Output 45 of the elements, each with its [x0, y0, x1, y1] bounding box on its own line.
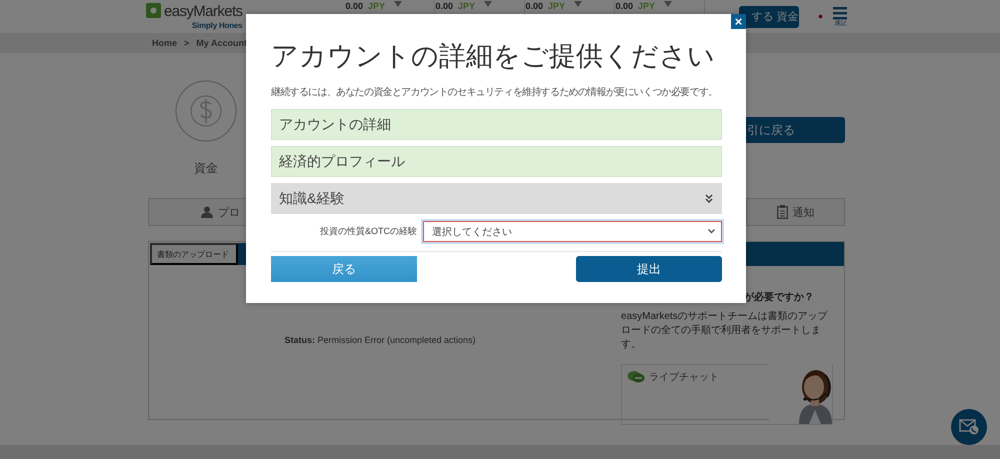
caret-icon[interactable] [484, 1, 492, 7]
menu-icon[interactable] [833, 6, 848, 20]
ticker-currency: JPY [368, 1, 385, 11]
submit-button[interactable]: 提出 [576, 256, 722, 282]
live-chat-card[interactable]: ライブチャット [621, 364, 833, 425]
status-text: Status: Permission Error (uncompleted actions) [283, 335, 477, 345]
chat-icon [627, 370, 645, 384]
contact-button[interactable] [951, 409, 987, 445]
flag-icon[interactable] [816, 13, 826, 20]
back-button[interactable]: 戻る [271, 256, 417, 282]
experience-select[interactable]: 選択してください [423, 221, 722, 242]
ticker-currency: JPY [458, 1, 475, 11]
clipboard-icon [776, 205, 788, 219]
notifications-tab[interactable]: 通知 [746, 198, 845, 226]
chevron-down-icon [708, 229, 715, 234]
caret-icon[interactable] [394, 1, 402, 7]
ticker-currency: JPY [638, 1, 655, 11]
ticker-price: 0.00 [525, 1, 543, 11]
logo-tagline: Simply Hones [192, 20, 242, 30]
live-chat-label[interactable]: ライブチャット [649, 370, 719, 384]
caret-icon[interactable] [664, 1, 672, 7]
funds-label: 資金 [194, 160, 218, 177]
support-text: easyMarketsのサポートチームは書類のアップロードの全ての手順で利用者をサポートします。 [621, 310, 829, 352]
ticker-price: 0.00 [435, 1, 453, 11]
mail-phone-icon [959, 419, 979, 435]
ticker-currency: JPY [548, 1, 565, 11]
section-header[interactable]: 経済的プロフィール [271, 146, 722, 177]
documents-tab[interactable]: 書類のアップロード [150, 243, 238, 265]
section-header[interactable]: 知識&経験 [271, 183, 722, 214]
modal-title: アカウントの詳細をご提供ください [271, 40, 716, 73]
ticker-price: 0.00 [345, 1, 363, 11]
double-chevron-icon [705, 194, 713, 203]
modal-intro: 継続するには、あなたの資金とアカウントのセキュリティを維持するための情報が更にいくつか必要です。 [271, 86, 718, 99]
logo-text: easyMarkets [164, 2, 242, 20]
section-header[interactable]: アカウントの詳細 [271, 109, 722, 140]
person-icon [201, 206, 213, 218]
breadcrumb-link[interactable]: My Account [196, 38, 247, 48]
ticker-price: 0.00 [615, 1, 633, 11]
field-label: 投資の性質&OTCの経験 [318, 225, 417, 238]
breadcrumb-separator: > [184, 38, 190, 48]
breadcrumb-link[interactable]: Home [152, 38, 178, 48]
caret-icon[interactable] [574, 1, 582, 7]
dollar-icon [175, 80, 237, 142]
logo-icon [146, 2, 161, 18]
close-button[interactable]: × [731, 14, 746, 29]
